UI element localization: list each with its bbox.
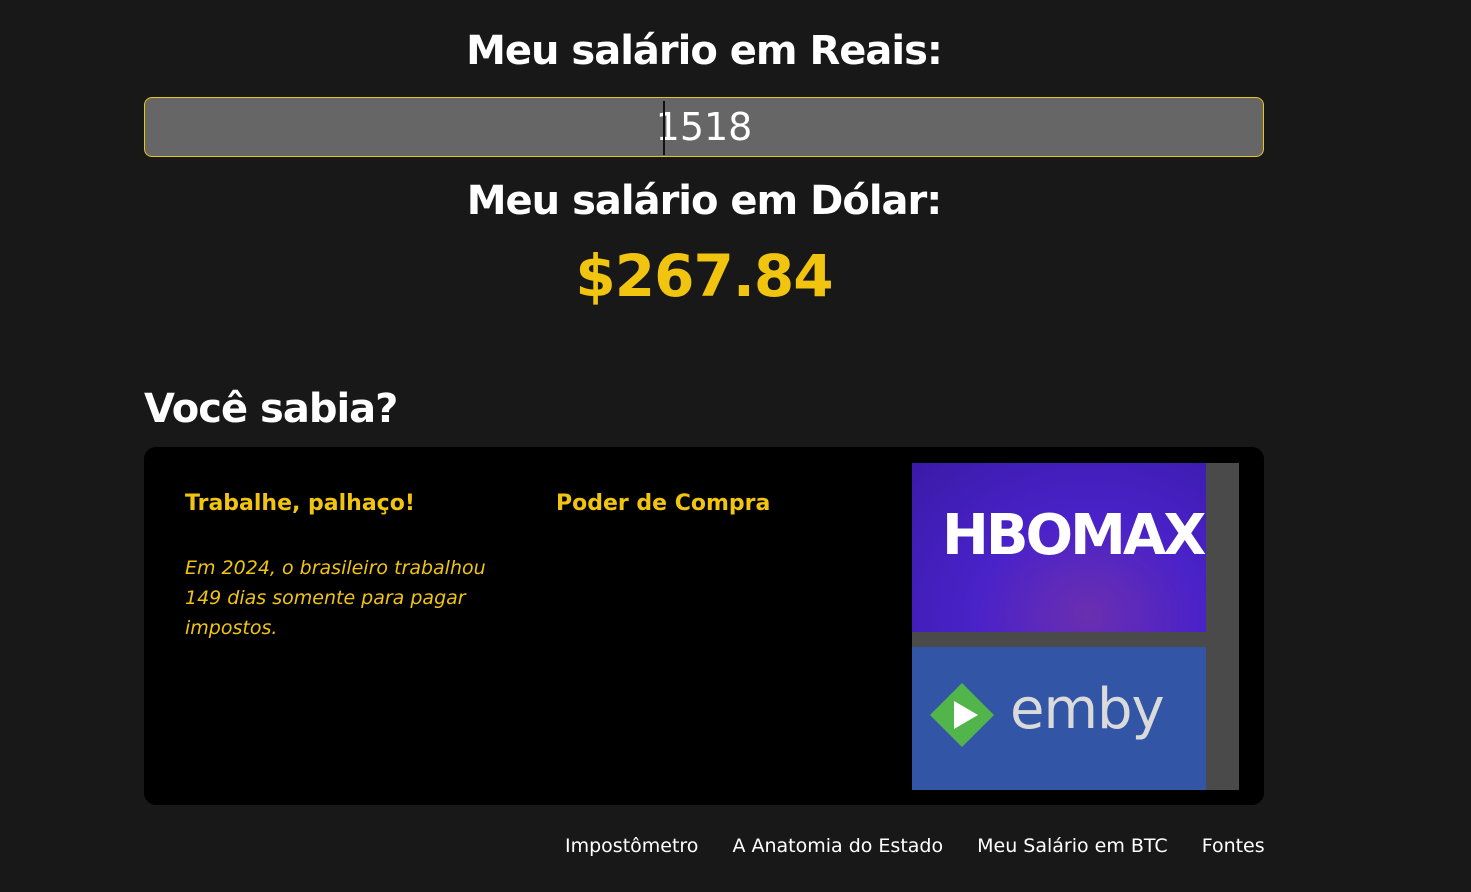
page: Meu salário em Reais: Meu salário em Dól… (0, 0, 1471, 892)
footer-nav: Impostômetro A Anatomia do Estado Meu Sa… (565, 835, 1265, 857)
footer-link-anatomia-do-estado[interactable]: A Anatomia do Estado (732, 835, 943, 857)
text-caret (663, 101, 665, 155)
fact-title-poder-de-compra: Poder de Compra (556, 491, 771, 516)
purchasing-power-carousel[interactable]: HBOMAX emby (912, 463, 1239, 790)
reais-heading: Meu salário em Reais: (466, 28, 943, 74)
fact-text: Em 2024, o brasileiro trabalhou 149 dias… (185, 557, 486, 639)
footer-link-impostometro[interactable]: Impostômetro (565, 835, 698, 857)
fact-title-trabalhe: Trabalhe, palhaço! (185, 491, 415, 516)
dolar-heading: Meu salário em Dólar: (466, 178, 943, 224)
emby-tile: emby (912, 647, 1206, 790)
footer-link-salario-btc[interactable]: Meu Salário em BTC (977, 835, 1168, 857)
hbomax-logo: HBOMAX (942, 503, 1206, 568)
section-title: Você sabia? (144, 386, 398, 432)
emby-logo-icon (930, 683, 994, 747)
facts-card: Trabalhe, palhaço! Em 2024, o brasileiro… (144, 447, 1264, 805)
footer-link-fontes[interactable]: Fontes (1202, 835, 1265, 857)
dolar-salary-value: $267.84 (575, 242, 833, 310)
emby-logo: emby (1010, 677, 1165, 742)
reais-salary-input[interactable] (144, 97, 1264, 157)
hbomax-tile: HBOMAX (912, 463, 1206, 632)
